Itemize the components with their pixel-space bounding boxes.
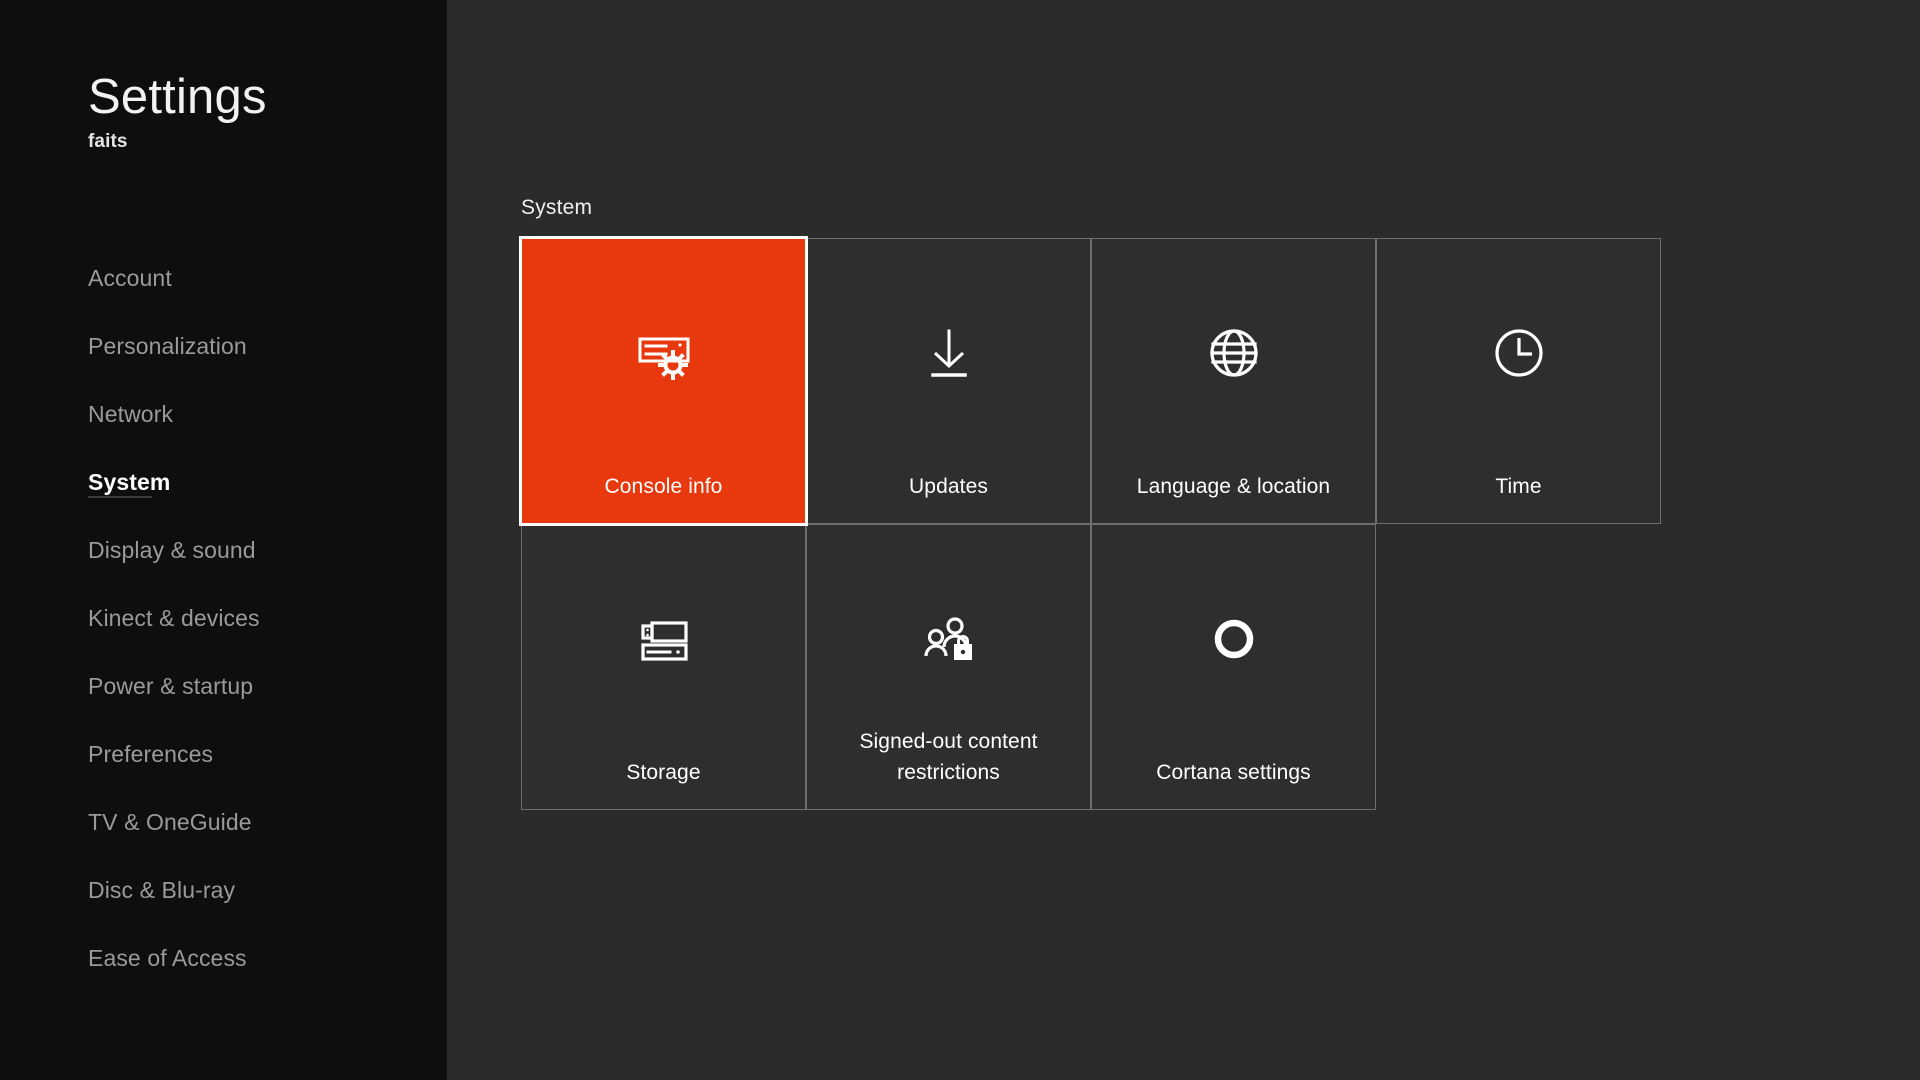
sidebar-item-display-and-sound[interactable]: Display & sound xyxy=(0,516,447,584)
tile-console-info[interactable]: Console info xyxy=(519,236,808,526)
sidebar-item-tv-and-oneguide[interactable]: TV & OneGuide xyxy=(0,788,447,856)
tile-cortana-settings[interactable]: Cortana settings xyxy=(1091,524,1376,810)
sidebar-item-label: Personalization xyxy=(88,332,247,359)
settings-brand-header: Settings faits xyxy=(88,70,418,153)
content-panel: System Console info Updates Language & loc… xyxy=(447,0,1920,1080)
sidebar-item-preferences[interactable]: Preferences xyxy=(0,720,447,788)
console-info-icon xyxy=(628,317,700,389)
sidebar-item-network[interactable]: Network xyxy=(0,380,447,448)
tile-label: Console info xyxy=(604,474,723,498)
sidebar-nav: Account Personalization Network System Displ… xyxy=(0,244,447,992)
sidebar-item-label: Account xyxy=(88,264,172,291)
sidebar-item-label: Disc & Blu-ray xyxy=(88,876,236,903)
system-tile-grid: Console info Updates Language & location Ti… xyxy=(519,236,1661,810)
tile-label: Signed-out content restrictions xyxy=(859,730,1038,784)
clock-icon xyxy=(1483,317,1555,389)
tile-signed-out-content-restrictions[interactable]: Signed-out content restrictions xyxy=(806,524,1091,810)
sidebar-item-label: Preferences xyxy=(88,740,214,767)
cortana-ring-icon xyxy=(1198,603,1270,675)
tile-time[interactable]: Time xyxy=(1376,238,1661,524)
tile-label: Language & location xyxy=(1136,474,1331,498)
sidebar-item-account[interactable]: Account xyxy=(0,244,447,312)
sidebar-item-system[interactable]: System xyxy=(0,448,447,516)
xbox-settings-screen: Settings faits Account Personalization Net… xyxy=(0,0,1920,1080)
sidebar-item-disc-and-blu-ray[interactable]: Disc & Blu-ray xyxy=(0,856,447,924)
download-arrow-icon xyxy=(913,317,985,389)
sidebar-active-indicator xyxy=(88,496,152,498)
sidebar-item-label: Power & startup xyxy=(88,672,254,699)
tile-storage[interactable]: Storage xyxy=(521,524,806,810)
sidebar-item-label: Kinect & devices xyxy=(88,604,260,631)
tile-updates[interactable]: Updates xyxy=(806,238,1091,524)
sidebar-item-power-and-startup[interactable]: Power & startup xyxy=(0,652,447,720)
tile-label: Time xyxy=(1495,474,1542,498)
page-title: Settings xyxy=(88,70,267,124)
sidebar-item-personalization[interactable]: Personalization xyxy=(0,312,447,380)
tile-label: Cortana settings xyxy=(1156,760,1311,784)
globe-icon xyxy=(1198,317,1270,389)
gamertag-subtitle: faits xyxy=(88,131,128,153)
section-heading: System xyxy=(521,196,593,219)
sidebar: Settings faits Account Personalization Net… xyxy=(0,0,447,1080)
tile-label: Updates xyxy=(909,474,988,498)
tile-language-and-location[interactable]: Language & location xyxy=(1091,238,1376,524)
sidebar-item-ease-of-access[interactable]: Ease of Access xyxy=(0,924,447,992)
people-lock-icon xyxy=(913,603,985,675)
sidebar-item-label: System xyxy=(88,468,171,495)
sidebar-item-label: Display & sound xyxy=(88,536,256,563)
sidebar-item-label: TV & OneGuide xyxy=(88,808,252,835)
storage-drive-icon xyxy=(628,603,700,675)
sidebar-item-label: Ease of Access xyxy=(88,944,247,971)
sidebar-item-label: Network xyxy=(88,400,174,427)
tile-empty-slot xyxy=(1376,524,1661,810)
tile-label: Storage xyxy=(626,760,701,784)
sidebar-item-kinect-and-devices[interactable]: Kinect & devices xyxy=(0,584,447,652)
